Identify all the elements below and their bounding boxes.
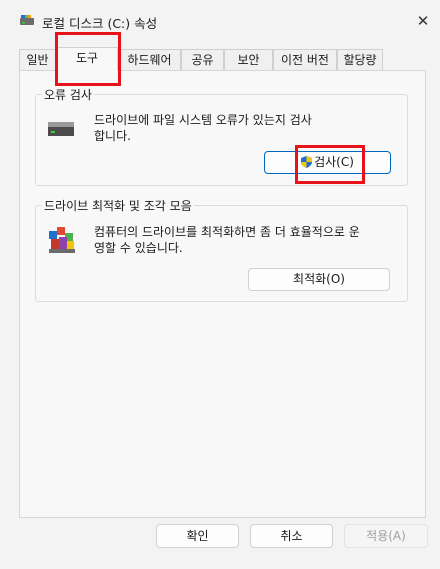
tab-quota[interactable]: 할당량 [337, 49, 383, 70]
tab-general[interactable]: 일반 [19, 49, 56, 70]
check-button[interactable]: 검사(C) [264, 151, 391, 174]
close-icon: ✕ [416, 12, 430, 30]
optimize-description: 컴퓨터의 드라이브를 최적화하면 좀 더 효율적으로 운 영할 수 있습니다. [94, 225, 360, 255]
close-button[interactable]: ✕ [412, 10, 434, 32]
window-title: 로컬 디스크 (C:) 속성 [42, 16, 158, 31]
error-check-description: 드라이브에 파일 시스템 오류가 있는지 검사 합니다. [94, 113, 312, 143]
tab-security[interactable]: 보안 [224, 49, 273, 70]
tab-hardware[interactable]: 하드웨어 [118, 49, 181, 70]
optimize-group-label: 드라이브 최적화 및 조각 모음 [42, 197, 194, 214]
ok-button[interactable]: 확인 [156, 524, 239, 548]
tab-sharing[interactable]: 공유 [181, 49, 224, 70]
apply-button[interactable]: 적용(A) [344, 524, 428, 548]
drive-icon [20, 15, 34, 25]
defrag-icon [49, 227, 75, 253]
optimize-button[interactable]: 최적화(O) [248, 268, 390, 291]
tab-tools[interactable]: 도구 [56, 47, 118, 71]
cancel-button[interactable]: 취소 [250, 524, 333, 548]
hard-drive-icon [48, 122, 74, 136]
title-bar: 로컬 디스크 (C:) 속성 ✕ [0, 0, 440, 42]
error-check-group-label: 오류 검사 [42, 86, 94, 103]
uac-shield-icon [301, 156, 313, 168]
tab-previous-versions[interactable]: 이전 버전 [273, 49, 337, 70]
